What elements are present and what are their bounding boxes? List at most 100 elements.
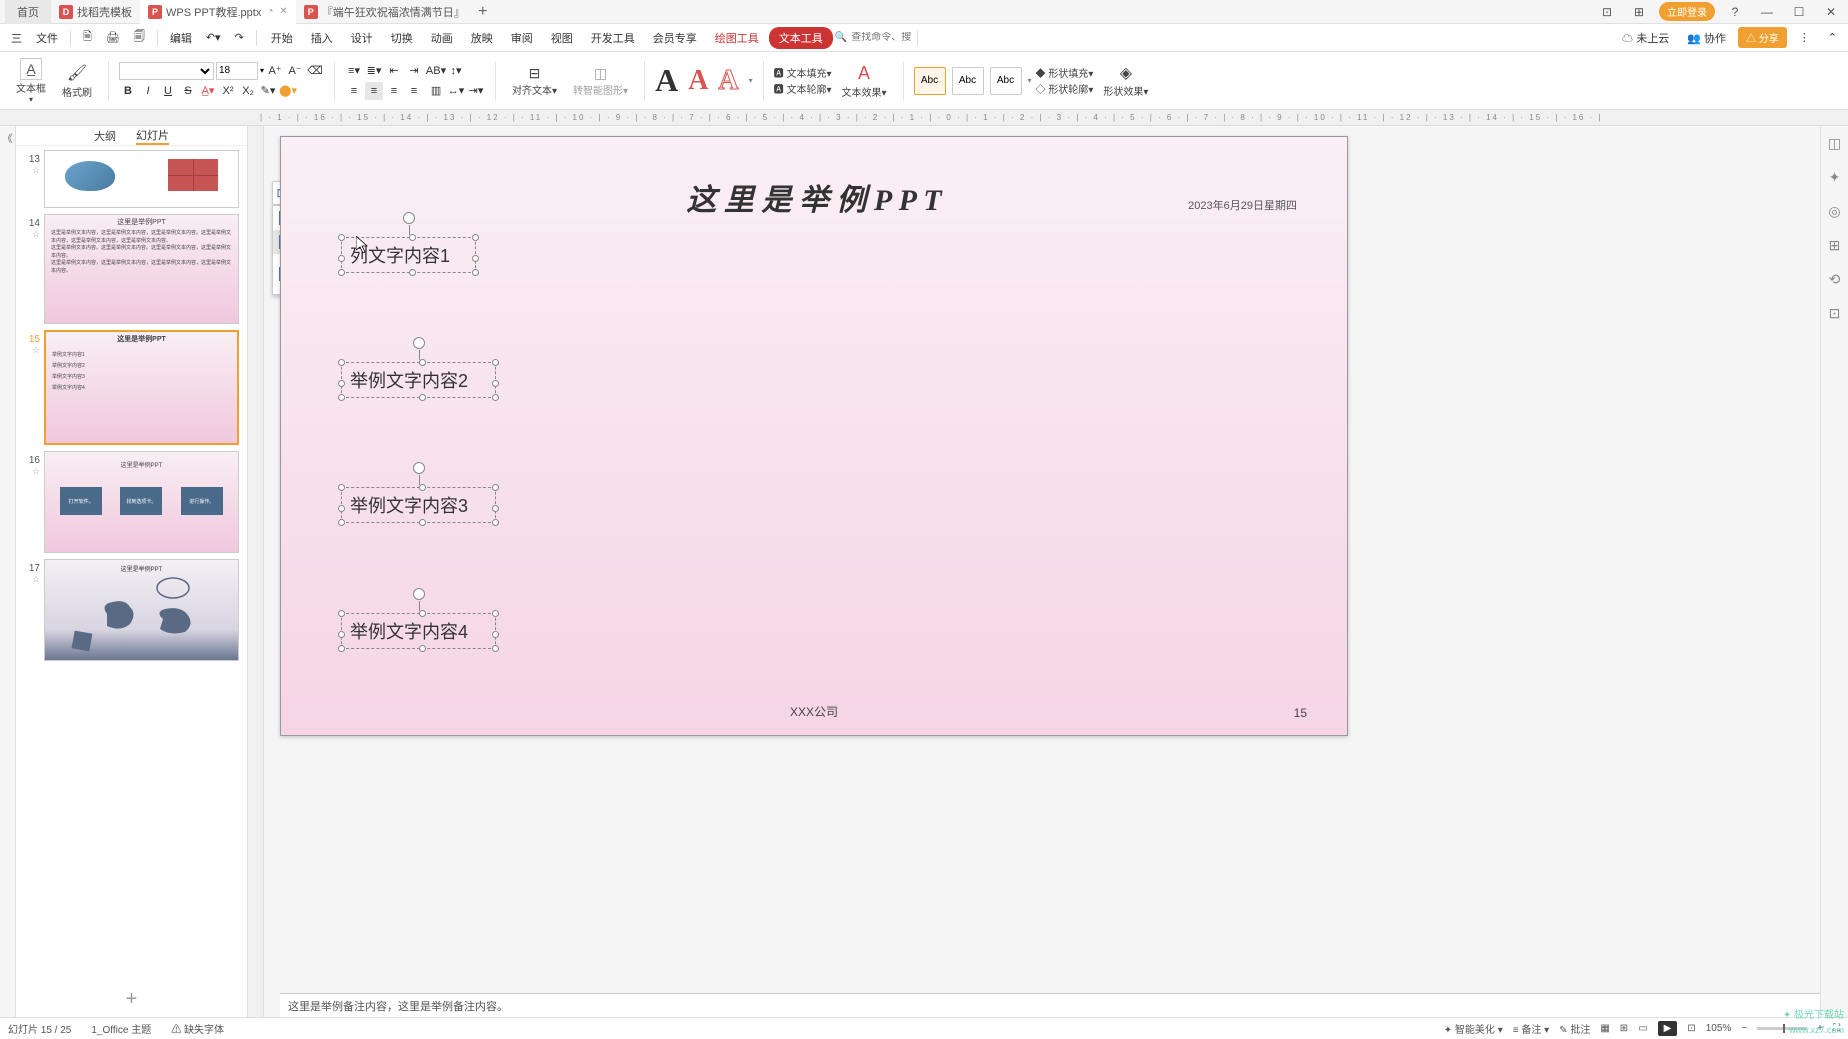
help-icon[interactable]: ? <box>1723 5 1747 19</box>
command-search[interactable]: 🔍 <box>835 32 911 43</box>
window-close-icon[interactable]: ✕ <box>1819 5 1843 19</box>
textbox-2[interactable]: 举例文字内容2 <box>341 362 496 398</box>
resource-icon[interactable]: ⊞ <box>1826 236 1844 254</box>
shape-effect-button[interactable]: ◈ 形状效果▾ <box>1097 61 1154 100</box>
view-sorter-icon[interactable]: ⊞ <box>1620 1023 1628 1034</box>
tab-animation[interactable]: 动画 <box>423 26 461 50</box>
textbox-button[interactable]: A̲ 文本框▾ <box>10 56 52 106</box>
zoom-level[interactable]: 105% <box>1706 1023 1732 1034</box>
theme-info[interactable]: 1_Office 主题 <box>91 1021 151 1036</box>
outdent-icon[interactable]: ⇤ <box>385 62 403 80</box>
view-reading-icon[interactable]: ▭ <box>1638 1023 1647 1034</box>
textbox-3[interactable]: 举例文字内容3 <box>341 487 496 523</box>
view-slideshow-icon[interactable]: ▶ <box>1658 1021 1678 1036</box>
text-bg-button[interactable]: ⬤▾ <box>279 82 297 100</box>
zoom-out-icon[interactable]: − <box>1741 1023 1747 1034</box>
font-size-select[interactable] <box>216 62 258 80</box>
history-icon[interactable]: ⟲ <box>1826 270 1844 288</box>
tab-drawtool[interactable]: 绘图工具 <box>707 26 767 50</box>
strike-button[interactable]: S <box>179 82 197 100</box>
undo-icon[interactable]: ↶▾ <box>200 27 227 48</box>
shape-style-1[interactable]: Abc <box>914 67 946 95</box>
missing-font-warning[interactable]: ⚠ 缺失字体 <box>171 1021 224 1036</box>
text-effect-button[interactable]: A 文本效果▾ <box>835 61 892 101</box>
rotate-handle[interactable] <box>413 588 425 600</box>
text-style-1[interactable]: A <box>655 62 678 99</box>
align-center-icon[interactable]: ≡ <box>365 82 383 100</box>
tab-devtools[interactable]: 开发工具 <box>583 26 643 50</box>
preview-icon[interactable]: 🗐 <box>128 24 151 51</box>
tab-add-button[interactable]: + <box>473 3 493 21</box>
tab-review[interactable]: 审阅 <box>503 26 541 50</box>
tab-template[interactable]: D 找稻壳模板 <box>51 0 140 24</box>
cloud-status[interactable]: ☁ 未上云 <box>1616 26 1675 50</box>
align-justify-icon[interactable]: ≡ <box>405 82 423 100</box>
superscript-button[interactable]: X² <box>219 82 237 100</box>
decrease-font-icon[interactable]: A⁻ <box>286 62 304 80</box>
slide-thumb-16[interactable]: 这里是举例PPT 打开软件。 找到选项卡。 进行操作。 <box>44 451 239 553</box>
tab-view[interactable]: 视图 <box>543 26 581 50</box>
rotate-handle[interactable] <box>403 212 415 224</box>
grid-icon[interactable]: ⊡ <box>1595 5 1619 19</box>
font-color-button[interactable]: A̲▾ <box>199 82 217 100</box>
textbox-1[interactable]: 列文字内容1 <box>341 237 476 273</box>
align-right-icon[interactable]: ≡ <box>385 82 403 100</box>
view-normal-icon[interactable]: ▦ <box>1600 1023 1609 1034</box>
textbox-4[interactable]: 举例文字内容4 <box>341 613 496 649</box>
format-brush-button[interactable]: 🖌 格式刷 <box>56 60 98 101</box>
align-text-button[interactable]: ⊟ 对齐文本▾ <box>506 63 563 99</box>
new-doc-icon[interactable]: 🗎 <box>77 24 98 51</box>
bullet-list-icon[interactable]: ≡▾ <box>345 62 363 80</box>
tab-design[interactable]: 设计 <box>343 26 381 50</box>
tab-close-icon[interactable]: ✕ <box>279 6 287 17</box>
tab-texttool[interactable]: 文本工具 <box>769 27 833 49</box>
file-menu[interactable]: 文件 <box>30 26 64 50</box>
share-button[interactable]: △ 分享 <box>1738 27 1787 48</box>
collapse-ribbon-icon[interactable]: ⌃ <box>1822 27 1843 48</box>
edit-label[interactable]: 编辑 <box>164 26 198 50</box>
collab-button[interactable]: 👥 协作 <box>1681 26 1732 50</box>
slide-thumb-14[interactable]: 这里是举例PPT 这里是举例文本内容，这里是举例文本内容，这里是举例文本内容。这… <box>44 214 239 324</box>
tab-member[interactable]: 会员专享 <box>645 26 705 50</box>
text-fill-button[interactable]: 🅰 文本填充▾ <box>774 65 832 80</box>
redo-icon[interactable]: ↷ <box>229 27 250 48</box>
slide-thumbnails[interactable]: 13 ☆ 14 ☆ 这里是举例PPT 这里是举例文本内容， <box>16 146 247 982</box>
spacing-icon[interactable]: ↔▾ <box>447 82 465 100</box>
notes-pane[interactable]: 这里是举例备注内容，这里是举例备注内容。 <box>280 993 1820 1017</box>
tab-stop-icon[interactable]: ⇥▾ <box>467 82 485 100</box>
style-expand-icon[interactable]: ▾ <box>749 76 753 85</box>
slide-thumb-17[interactable]: 这里是举例PPT <box>44 559 239 661</box>
underline-button[interactable]: U <box>159 82 177 100</box>
zoom-fit-icon[interactable]: ⊡ <box>1687 1023 1695 1034</box>
search-input[interactable] <box>851 32 911 43</box>
shape-style-3[interactable]: Abc <box>990 67 1022 95</box>
beautify-button[interactable]: ✦ 智能美化 ▾ <box>1444 1021 1503 1036</box>
tab-other[interactable]: P 『端午狂欢祝福浓情满节日』 <box>296 0 473 24</box>
window-maximize-icon[interactable]: ☐ <box>1787 5 1811 19</box>
tab-transition[interactable]: 切换 <box>383 26 421 50</box>
slide-thumb-13[interactable] <box>44 150 239 208</box>
slides-tab[interactable]: 幻灯片 <box>136 127 169 145</box>
bold-button[interactable]: B <box>119 82 137 100</box>
tab-home[interactable]: 首页 <box>5 0 51 24</box>
font-family-select[interactable] <box>119 62 214 80</box>
number-list-icon[interactable]: ≣▾ <box>365 62 383 80</box>
columns-icon[interactable]: ▥ <box>427 82 445 100</box>
animation-pane-icon[interactable]: ◎ <box>1826 202 1844 220</box>
italic-button[interactable]: I <box>139 82 157 100</box>
highlight-button[interactable]: ✎▾ <box>259 82 277 100</box>
shape-style-expand-icon[interactable]: ▾ <box>1028 76 1032 85</box>
shape-fill-button[interactable]: ◆ 形状填充▾ <box>1036 65 1094 80</box>
text-style-3[interactable]: A <box>718 65 738 97</box>
hamburger-icon[interactable]: 三 <box>5 26 28 50</box>
comments-button[interactable]: ✎ 批注 <box>1559 1021 1590 1036</box>
slide-canvas[interactable]: 这 里 是 举 例 P P T 2023年6月29日星期四 列文字内容1 举例文… <box>280 136 1348 736</box>
rotate-handle[interactable] <box>413 337 425 349</box>
rotate-handle[interactable] <box>413 462 425 474</box>
comment-icon[interactable]: ⊡ <box>1826 304 1844 322</box>
text-style-2[interactable]: A <box>688 65 708 97</box>
text-outline-button[interactable]: 🅰 文本轮廓▾ <box>774 81 832 96</box>
tab-current[interactable]: P WPS PPT教程.pptx ◔ ✕ <box>140 0 296 24</box>
smart-graphic-button[interactable]: ◫ 转智能图形▾ <box>567 63 634 99</box>
login-button[interactable]: 立即登录 <box>1659 2 1715 21</box>
